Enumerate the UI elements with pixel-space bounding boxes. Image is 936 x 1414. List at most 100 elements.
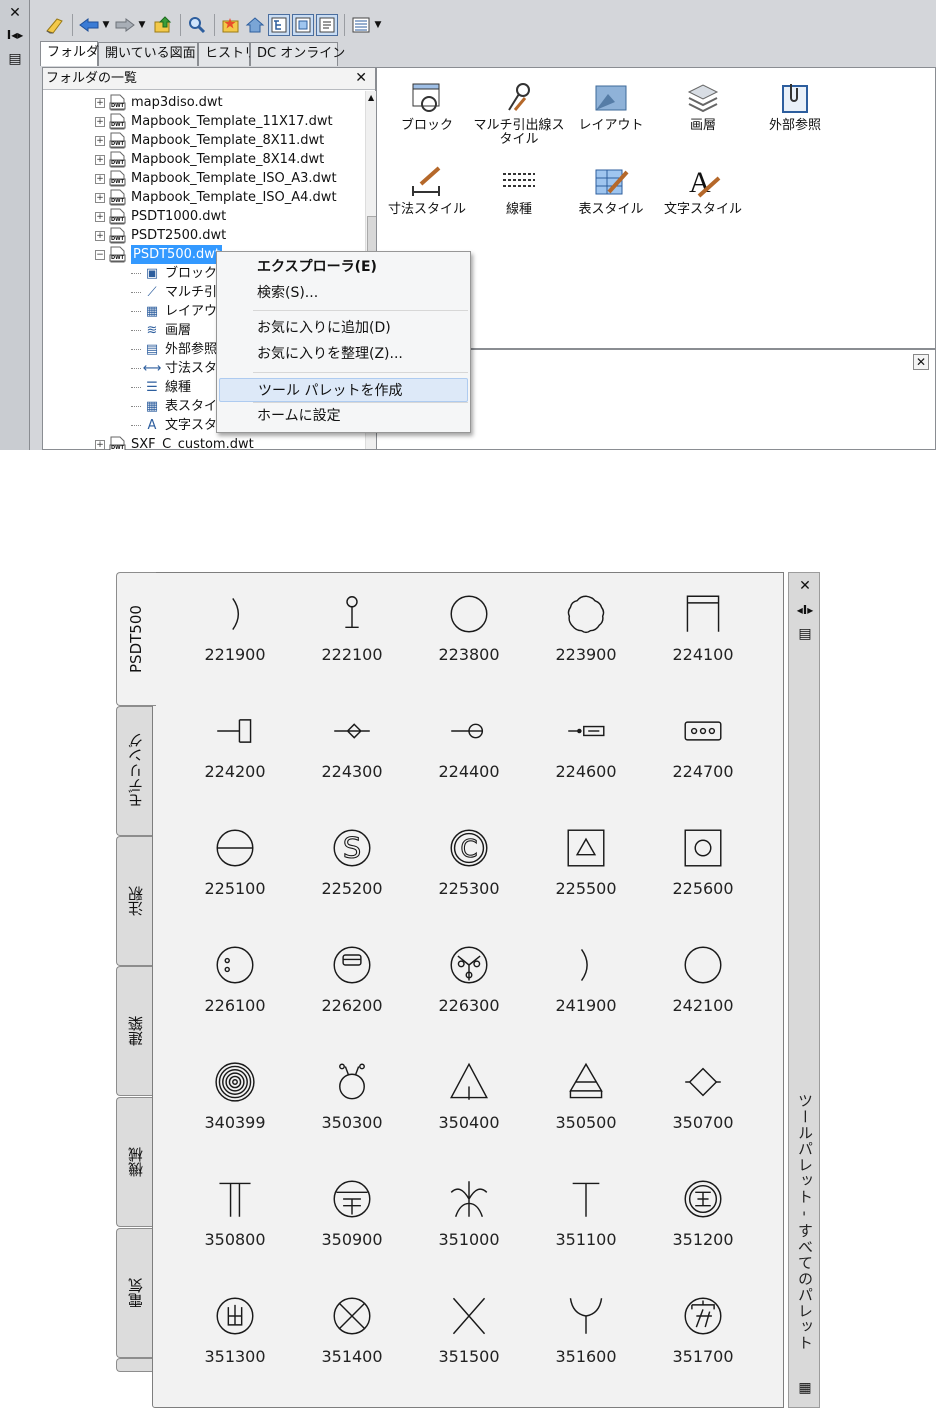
load-icon[interactable] <box>44 14 66 36</box>
tab-history[interactable]: ヒストリ <box>198 42 257 66</box>
palette-tool-item[interactable]: 350700 <box>653 1057 753 1133</box>
back-icon[interactable] <box>78 14 100 36</box>
context-menu-item[interactable]: お気に入りを整理(Z)... <box>219 342 468 366</box>
close-icon[interactable]: ✕ <box>913 354 929 370</box>
palette-tool-item[interactable]: 224400 <box>419 706 519 782</box>
palette-tool-item[interactable]: 351100 <box>536 1174 636 1250</box>
preview-icon[interactable] <box>292 14 314 36</box>
tab-dc-online[interactable]: DC オンライン <box>250 42 345 66</box>
tree-toggle-icon[interactable] <box>268 14 290 36</box>
palette-tool-item[interactable]: 225100 <box>185 823 285 899</box>
scroll-up-icon[interactable]: ▲ <box>368 93 374 102</box>
palette-tool-item[interactable]: S 225200 <box>302 823 402 899</box>
forward-icon[interactable] <box>114 14 136 36</box>
expand-toggle-icon[interactable]: + <box>95 154 105 165</box>
palette-tool-item[interactable]: 226200 <box>302 940 402 1016</box>
palette-tool-item[interactable]: 224100 <box>653 589 753 665</box>
palette-tool-item[interactable]: C 225300 <box>419 823 519 899</box>
favorites-icon[interactable] <box>220 14 242 36</box>
palette-tool-item[interactable]: 351500 <box>419 1291 519 1367</box>
tree-row-file[interactable]: − DWT PSDT500.dwt <box>95 245 222 264</box>
palette-tool-item[interactable]: 224200 <box>185 706 285 782</box>
palette-tab[interactable]: 機械 <box>116 1097 154 1227</box>
palette-tool-item[interactable]: 350800 <box>185 1174 285 1250</box>
palette-tool-item[interactable]: 224600 <box>536 706 636 782</box>
palette-tool-item[interactable]: 222100 <box>302 589 402 665</box>
palette-tool-item[interactable]: 221900 <box>185 589 285 665</box>
tree-row-file[interactable]: + DWT Mapbook_Template_11X17.dwt <box>95 112 333 131</box>
palette-tool-item[interactable]: 351400 <box>302 1291 402 1367</box>
views-icon[interactable] <box>350 14 372 36</box>
palette-tool-item[interactable]: 226100 <box>185 940 285 1016</box>
up-icon[interactable] <box>152 14 174 36</box>
palette-tool-item[interactable]: 350400 <box>419 1057 519 1133</box>
palette-tab[interactable]: PSDT500 <box>116 572 156 706</box>
tree-row-file[interactable]: + DWT Mapbook_Template_8X14.dwt <box>95 150 324 169</box>
palette-tool-item[interactable]: 351700 <box>653 1291 753 1367</box>
palette-tool-item[interactable]: 225500 <box>536 823 636 899</box>
tree-row-file[interactable]: + DWT PSDT2500.dwt <box>95 226 226 245</box>
palette-tool-item[interactable]: 223900 <box>536 589 636 665</box>
palette-tool-item[interactable]: 351200 <box>653 1174 753 1250</box>
expand-toggle-icon[interactable]: + <box>95 211 105 222</box>
tree-row-child[interactable]: ☰ 線種 <box>131 378 191 397</box>
palette-tool-item[interactable]: 224700 <box>653 706 753 782</box>
properties-icon[interactable]: ▤ <box>6 50 24 68</box>
close-icon[interactable]: ✕ <box>355 68 367 89</box>
palette-tool-item[interactable]: 350900 <box>302 1174 402 1250</box>
tree-row-child[interactable]: ≋ 画層 <box>131 321 191 340</box>
palette-tool-item[interactable]: 351600 <box>536 1291 636 1367</box>
tab-folders[interactable]: フォルダ <box>40 41 99 66</box>
home-icon[interactable] <box>244 14 266 36</box>
expand-toggle-icon[interactable]: + <box>95 173 105 184</box>
description-icon[interactable] <box>316 14 338 36</box>
autohide-icon[interactable]: ◂I▸ <box>796 601 814 619</box>
content-item-dimension-style[interactable]: 寸法スタイル <box>377 162 477 217</box>
search-icon[interactable] <box>186 14 208 36</box>
tree-row-file[interactable]: + DWT Mapbook_Template_ISO_A4.dwt <box>95 188 337 207</box>
tree-row-file[interactable]: + DWT Mapbook_Template_ISO_A3.dwt <box>95 169 337 188</box>
palette-tool-item[interactable]: 340399 <box>185 1057 285 1133</box>
tree-row-child[interactable]: ▤ 外部参照 <box>131 340 217 359</box>
expand-toggle-icon[interactable]: + <box>95 97 105 108</box>
context-menu-item[interactable]: エクスプローラ(E) <box>219 255 468 279</box>
palette-tool-item[interactable]: 225600 <box>653 823 753 899</box>
expand-toggle-icon[interactable]: + <box>95 135 105 146</box>
tree-row-file[interactable]: + DWT PSDT1000.dwt <box>95 207 226 226</box>
expand-toggle-icon[interactable]: − <box>95 249 105 260</box>
palette-tool-item[interactable]: 350500 <box>536 1057 636 1133</box>
expand-toggle-icon[interactable]: + <box>95 192 105 203</box>
views-dropdown-icon[interactable]: ▼ <box>372 14 384 36</box>
palette-tool-item[interactable]: 223800 <box>419 589 519 665</box>
content-item-layer[interactable]: 画層 <box>653 78 753 133</box>
expand-toggle-icon[interactable]: + <box>95 439 105 450</box>
tree-row-file[interactable]: + DWT Mapbook_Template_8X11.dwt <box>95 131 324 150</box>
palette-tab[interactable]: 注釈 <box>116 836 154 966</box>
content-item-xref[interactable]: 外部参照 <box>745 78 845 133</box>
palette-tool-item[interactable]: 351000 <box>419 1174 519 1250</box>
back-dropdown-icon[interactable]: ▼ <box>100 14 112 36</box>
palette-tab[interactable]: モデリング <box>116 706 154 836</box>
content-item-multileader-style[interactable]: マルチ引出線ス タイル <box>469 78 569 147</box>
content-item-linetype[interactable]: 線種 <box>469 162 569 217</box>
palette-tool-item[interactable]: 242100 <box>653 940 753 1016</box>
expand-toggle-icon[interactable]: + <box>95 116 105 127</box>
tab-open-drawings[interactable]: 開いている図面 <box>98 42 198 66</box>
palette-tab[interactable]: 電気 <box>116 1228 154 1358</box>
palette-tool-item[interactable]: 241900 <box>536 940 636 1016</box>
properties-icon[interactable]: ▤ <box>796 625 814 643</box>
context-menu-item[interactable]: ツール パレットを作成 <box>219 378 468 402</box>
content-item-table-style[interactable]: 表スタイル <box>561 162 661 217</box>
palette-tool-item[interactable]: 224300 <box>302 706 402 782</box>
context-menu-item[interactable]: お気に入りに追加(D) <box>219 316 468 340</box>
content-item-block[interactable]: ブロック <box>377 78 477 133</box>
tree-row-file[interactable]: + DWT map3diso.dwt <box>95 93 223 112</box>
tree-row-child[interactable]: ▣ ブロック <box>131 264 217 283</box>
expand-toggle-icon[interactable]: + <box>95 230 105 241</box>
palette-tool-item[interactable]: 226300 <box>419 940 519 1016</box>
palette-menu-icon[interactable]: ▦ <box>796 1379 814 1397</box>
tree-row-file[interactable]: + DWT SXF_C_custom.dwt <box>95 435 254 450</box>
forward-dropdown-icon[interactable]: ▼ <box>136 14 148 36</box>
palette-tool-item[interactable]: 351300 <box>185 1291 285 1367</box>
content-item-text-style[interactable]: A 文字スタイル <box>653 162 753 217</box>
